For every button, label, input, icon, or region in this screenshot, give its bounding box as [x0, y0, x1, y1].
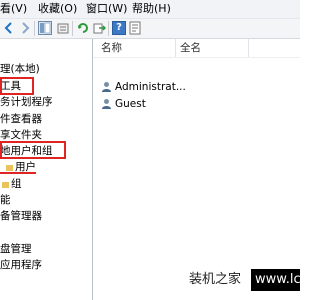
toolbar: ? — [0, 19, 300, 39]
help-icon[interactable]: ? — [112, 21, 126, 35]
back-icon[interactable] — [2, 21, 16, 35]
tree-item-groups[interactable]: 组 — [2, 176, 22, 192]
user-icon — [101, 81, 112, 92]
menu-bar: 看(V) 收藏(O) 窗口(W) 帮助(H) — [0, 0, 300, 19]
user-icon — [101, 98, 112, 109]
tree-item-computer-management[interactable]: 理(本地) — [0, 61, 40, 77]
console-tree: 理(本地) 工具 务计划程序 件查看器 享文件夹 地用户和组 用户 组 能 备管… — [0, 39, 93, 300]
tree-item-disk-management[interactable]: 盘管理 — [0, 241, 32, 257]
tree-item-task-scheduler[interactable]: 务计划程序 — [0, 94, 53, 110]
folder-icon — [6, 160, 13, 171]
tree-item-event-viewer[interactable]: 件查看器 — [0, 111, 42, 127]
forward-icon[interactable] — [18, 21, 32, 35]
column-header-fullname[interactable]: 全名 — [180, 41, 201, 56]
show-tree-icon[interactable] — [38, 21, 52, 35]
details-pane: 名称 全名 Administrat... Guest — [93, 39, 300, 300]
column-header-name[interactable]: 名称 — [101, 41, 122, 56]
list-item[interactable]: Administrat... — [101, 79, 186, 96]
export-icon[interactable] — [92, 21, 107, 35]
refresh-icon[interactable] — [76, 21, 90, 35]
user-name: Guest — [115, 98, 146, 110]
properties-icon[interactable] — [128, 21, 142, 35]
folder-icon — [2, 177, 9, 188]
highlight-box-system-tools — [0, 77, 34, 95]
highlight-box-local-users-groups — [0, 141, 66, 159]
watermark-text: 装机之家 — [189, 272, 242, 287]
menu-favorites[interactable]: 收藏(O) — [38, 2, 77, 16]
tree-item-services-apps[interactable]: 应用程序 — [0, 257, 42, 273]
up-icon[interactable] — [56, 21, 70, 35]
list-item[interactable]: Guest — [101, 96, 146, 113]
menu-view[interactable]: 看(V) — [0, 2, 27, 16]
column-divider[interactable] — [248, 39, 249, 57]
tree-item-device-manager[interactable]: 备管理器 — [0, 208, 42, 224]
watermark-url: www.lc — [251, 269, 300, 291]
user-name: Administrat... — [115, 81, 186, 93]
menu-window[interactable]: 窗口(W) — [86, 2, 127, 16]
list-header: 名称 全名 — [93, 39, 300, 58]
menu-help[interactable]: 帮助(H) — [132, 2, 171, 16]
column-divider[interactable] — [175, 39, 176, 57]
highlight-underline-users — [0, 172, 36, 174]
tree-item-performance[interactable]: 能 — [0, 192, 11, 208]
